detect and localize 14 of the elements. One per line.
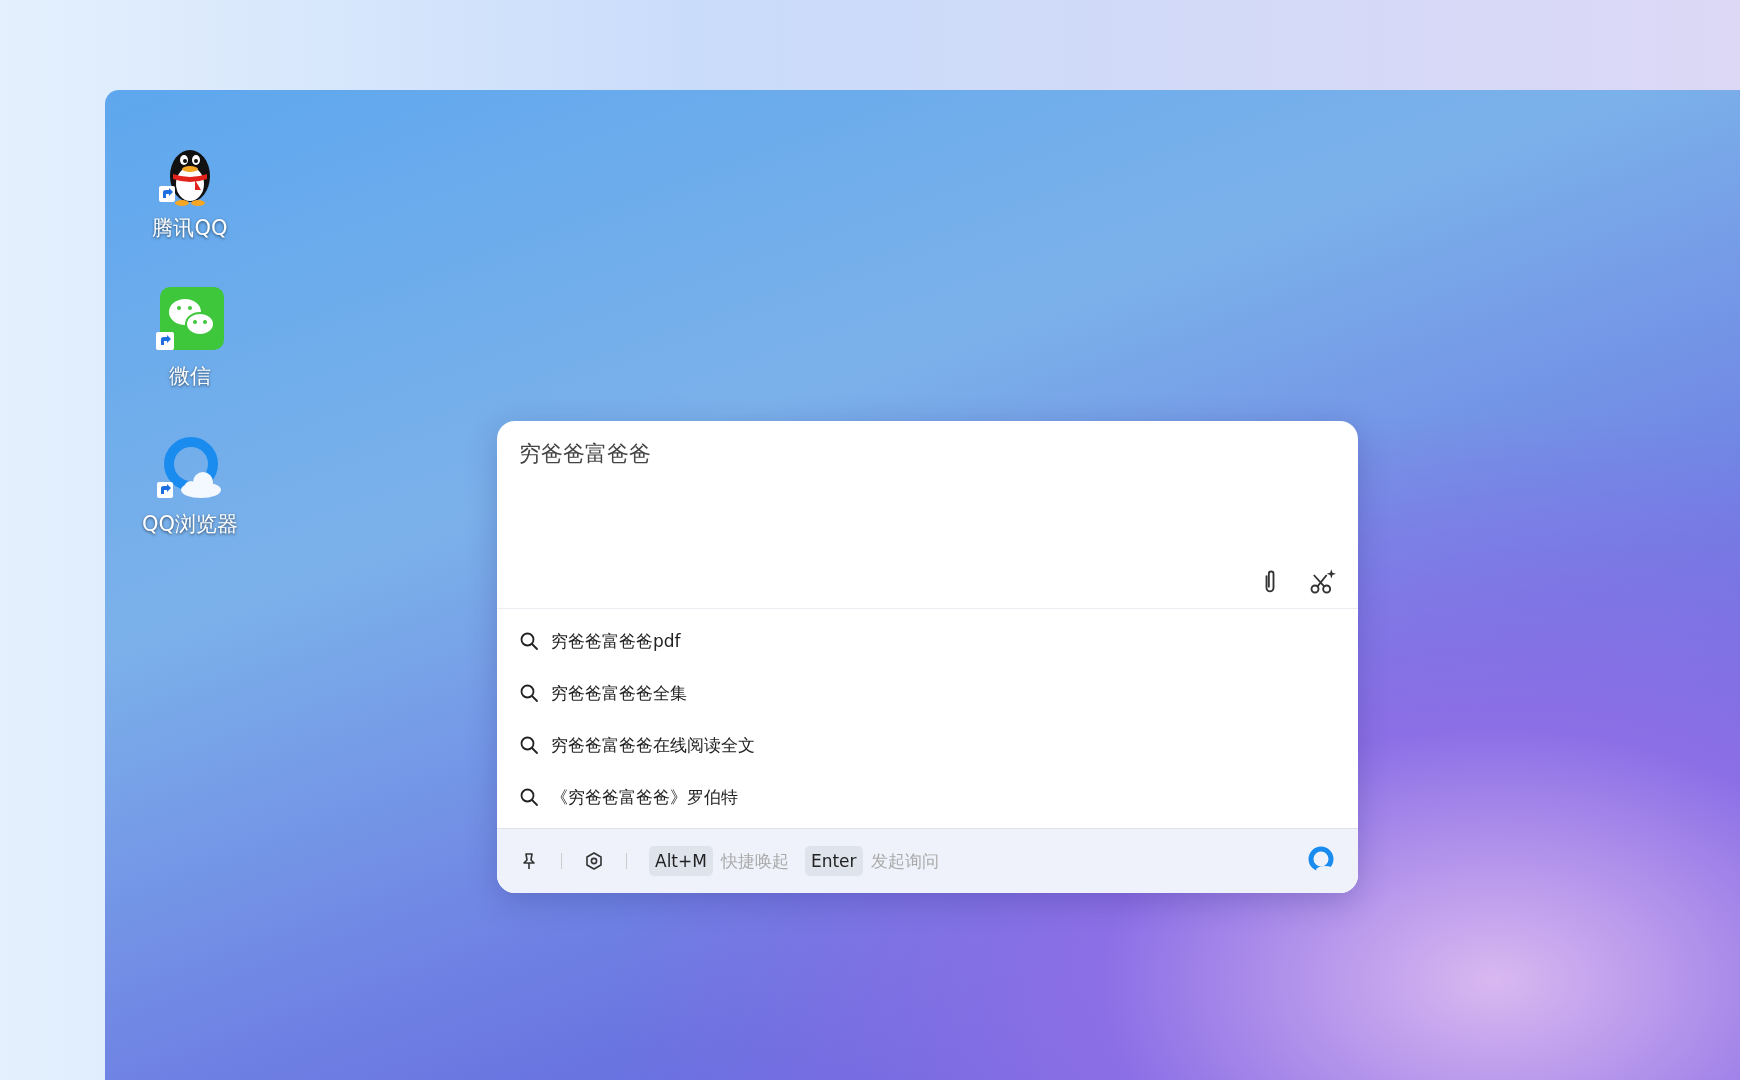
search-icon [519, 631, 539, 651]
search-icon [519, 735, 539, 755]
shortcut-key: Alt+M [649, 846, 713, 876]
suggestion-item[interactable]: 《穷爸爸富爸爸》罗伯特 [497, 771, 1358, 823]
scissors-sparkle-icon[interactable] [1308, 568, 1336, 596]
hexagon-settings-icon[interactable] [584, 851, 604, 871]
shortcut-key: Enter [804, 846, 863, 876]
search-icon [519, 683, 539, 703]
shortcut-description: 快捷唤起 [720, 849, 789, 873]
suggestion-item[interactable]: 穷爸爸富爸爸pdf [497, 615, 1358, 667]
suggestion-item[interactable]: 穷爸爸富爸爸全集 [497, 667, 1358, 719]
suggestion-item[interactable]: 穷爸爸富爸爸在线阅读全文 [497, 719, 1358, 771]
search-icon [519, 787, 539, 807]
shortcut-description: 发起询问 [870, 849, 939, 873]
